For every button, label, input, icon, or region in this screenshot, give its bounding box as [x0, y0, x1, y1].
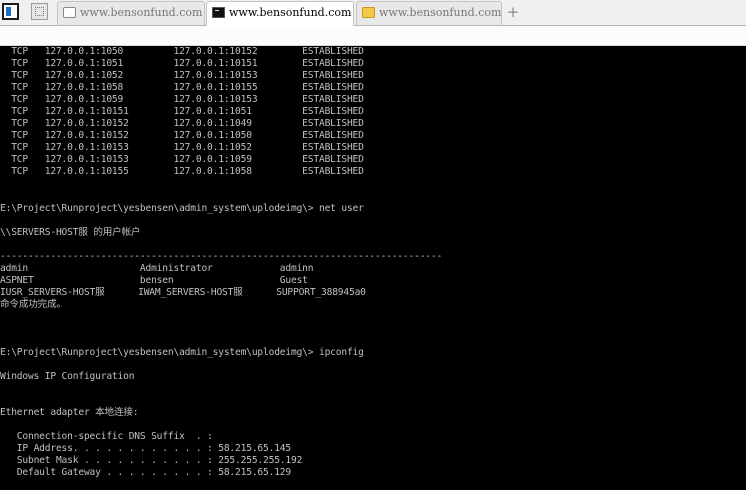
- netstat-row: TCP 127.0.0.1:1059 127.0.0.1:10153 ESTAB…: [0, 94, 364, 105]
- user-row: admin Administrator adminn: [0, 263, 314, 274]
- prompt-net-user: E:\Project\Runproject\yesbensen\admin_sy…: [0, 203, 364, 214]
- page-icon: [63, 7, 76, 18]
- toolbar-strip: [0, 26, 746, 46]
- netstat-row: TCP 127.0.0.1:10153 127.0.0.1:1059 ESTAB…: [0, 154, 364, 165]
- window-menu-icon[interactable]: [2, 3, 19, 20]
- ip-config-title: Windows IP Configuration: [0, 371, 135, 382]
- tab-3-label: www.bensonfund.com: [379, 6, 502, 19]
- new-tab-button[interactable]: +: [503, 1, 523, 23]
- tab-1-label: www.bensonfund.com: [80, 6, 203, 19]
- ip-config-row: IP Address. . . . . . . . . . . . : 58.2…: [0, 443, 291, 454]
- netstat-row: TCP 127.0.0.1:1051 127.0.0.1:10151 ESTAB…: [0, 58, 364, 69]
- separator-line: ----------------------------------------…: [0, 251, 443, 262]
- netstat-row: TCP 127.0.0.1:1058 127.0.0.1:10155 ESTAB…: [0, 82, 364, 93]
- ip-config-row: Default Gateway . . . . . . . . . : 58.2…: [0, 467, 291, 478]
- netstat-row: TCP 127.0.0.1:1050 127.0.0.1:10152 ESTAB…: [0, 46, 364, 57]
- prompt-ipconfig: E:\Project\Runproject\yesbensen\admin_sy…: [0, 347, 364, 358]
- command-success: 命令成功完成。: [0, 299, 66, 310]
- netstat-row: TCP 127.0.0.1:10152 127.0.0.1:1050 ESTAB…: [0, 130, 364, 141]
- user-row: ASPNET bensen Guest: [0, 275, 308, 286]
- cmd-icon: [212, 7, 225, 18]
- tab-overview-icon[interactable]: [31, 3, 48, 20]
- netstat-row: TCP 127.0.0.1:10155 127.0.0.1:1058 ESTAB…: [0, 166, 364, 177]
- netstat-row: TCP 127.0.0.1:10153 127.0.0.1:1052 ESTAB…: [0, 142, 364, 153]
- user-accounts-title: \\SERVERS-HOST服 的用户帐户: [0, 227, 141, 238]
- adapter-title: Ethernet adapter 本地连接:: [0, 407, 139, 418]
- tab-3[interactable]: www.bensonfund.com: [356, 1, 502, 25]
- netstat-row: TCP 127.0.0.1:10151 127.0.0.1:1051 ESTAB…: [0, 106, 364, 117]
- tab-2-label: www.bensonfund.com: [229, 6, 352, 19]
- browser-tab-bar: www.bensonfund.com www.bensonfund.com ww…: [0, 0, 746, 27]
- ip-config-row: Subnet Mask . . . . . . . . . . . : 255.…: [0, 455, 303, 466]
- netstat-row: TCP 127.0.0.1:10152 127.0.0.1:1049 ESTAB…: [0, 118, 364, 129]
- netstat-row: TCP 127.0.0.1:1052 127.0.0.1:10153 ESTAB…: [0, 70, 364, 81]
- terminal-output: TCP 127.0.0.1:1050 127.0.0.1:10152 ESTAB…: [0, 46, 746, 490]
- tab-1[interactable]: www.bensonfund.com: [57, 1, 205, 25]
- user-row: IUSR_SERVERS-HOST服 IWAM_SERVERS-HOST服 SU…: [0, 287, 366, 298]
- folder-icon: [362, 7, 375, 18]
- ip-config-row: Connection-specific DNS Suffix . :: [0, 431, 213, 442]
- tab-2-active[interactable]: www.bensonfund.com: [206, 1, 354, 27]
